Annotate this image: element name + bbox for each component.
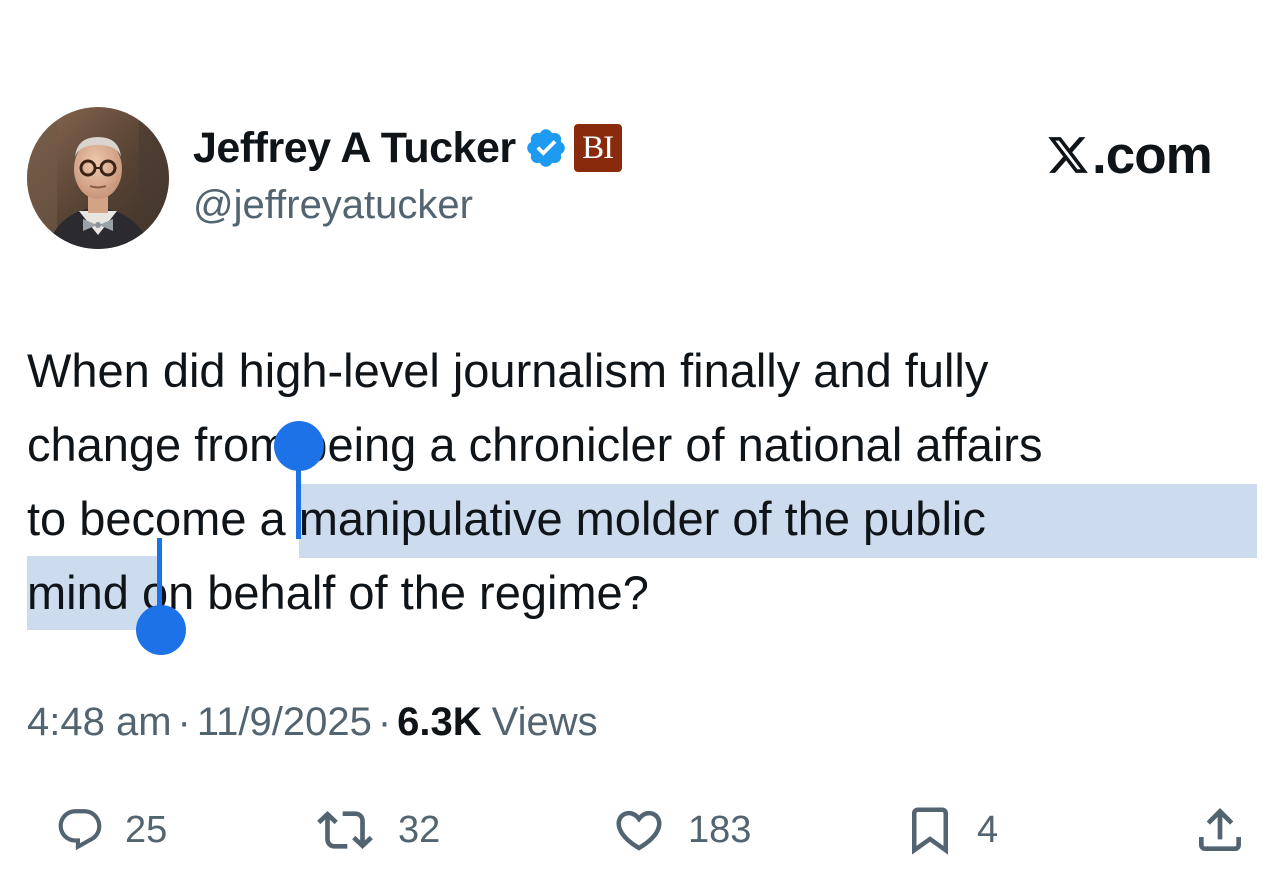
selected-text: mind [27,566,142,619]
tweet-line: mind on behalf of the regime? [27,556,1247,630]
bookmark-count: 4 [977,808,999,851]
repost-button[interactable]: 32 [312,795,440,865]
author-handle[interactable]: @jeffreyatucker [193,183,473,228]
tweet-text[interactable]: When did high-level journalism finally a… [27,334,1257,630]
tweet-date[interactable]: 11/9/2025 [197,700,372,745]
tweet-line: When did high-level journalism finally a… [27,334,1247,408]
repost-count: 32 [398,808,441,851]
tweet-line: to become a manipulative molder of the p… [27,482,1257,558]
reply-icon [58,809,102,851]
tweet-time[interactable]: 4:48 am [27,700,172,745]
reply-button[interactable]: 25 [55,795,167,865]
views-count[interactable]: 6.3K [397,700,482,745]
meta-separator: · [377,700,392,744]
like-count: 183 [688,808,752,851]
bookmark-button[interactable]: 4 [903,795,998,865]
selection-end-handle-knob[interactable] [136,605,186,655]
bookmark-icon [912,807,948,855]
author-name-row: Jeffrey A Tucker BI [193,122,622,174]
tweet-line-text: to become [27,492,260,545]
reply-count: 25 [125,808,168,851]
x-logo-icon [1046,133,1090,177]
tweet-line: change from being a chronicler of nation… [27,408,1247,482]
selected-text: a manipulative molder of the public [259,492,986,545]
tweet-line-text: change from being a chronicler of nation… [27,418,1043,471]
share-icon [1199,808,1241,851]
avatar-photo [27,107,169,249]
repost-icon [317,811,373,849]
avatar[interactable] [27,107,169,249]
brand-logo: .com [1046,124,1213,186]
views-label[interactable]: Views [492,700,598,745]
brand-text: .com [1092,125,1213,185]
selection-start-handle[interactable] [296,445,301,539]
like-button[interactable]: 183 [610,795,751,865]
tweet-line-text: When did high-level journalism finally a… [27,344,989,397]
tweet-meta: 4:48 am · 11/9/2025 · 6.3K Views [27,700,598,745]
verified-badge-icon[interactable] [524,126,568,170]
share-button[interactable] [1192,795,1248,865]
action-bar: 25 32 183 4 [0,795,1263,865]
affiliate-badge[interactable]: BI [573,124,622,172]
tweet-line-text: on behalf of the regime? [141,566,649,619]
meta-separator: · [177,700,191,744]
display-name[interactable]: Jeffrey A Tucker [193,124,516,173]
heart-icon [616,810,662,851]
